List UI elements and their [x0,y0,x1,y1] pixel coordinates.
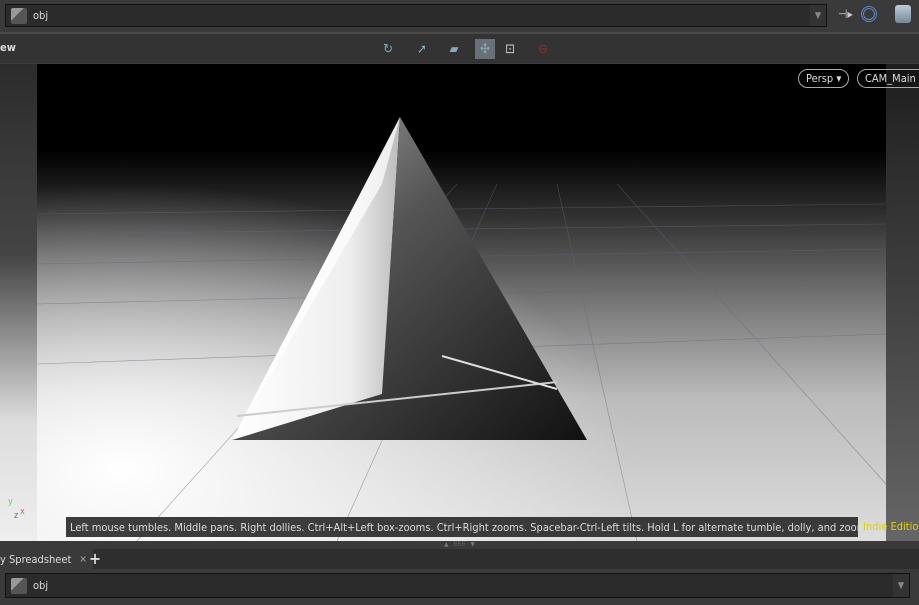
axis-x: x [20,507,25,517]
bottom-path-field[interactable]: obj ▼ [5,573,910,598]
axis-y: y [8,497,13,507]
hint-text: Left mouse tumbles. Middle pans. Right d… [70,520,870,534]
projection-menu[interactable]: Persp ▾ [798,69,850,88]
pane-splitter[interactable]: ▲ ⠿⠿⠿ ▼ [0,541,919,549]
viewer-toolbar: ew ↻ ➚ ▰ ✣ ⊡ ⊖ [0,32,919,63]
persp-toggle-icon[interactable]: ✣ [475,39,495,59]
disabled-icon[interactable]: ⊖ [533,39,553,59]
path-field[interactable]: obj ▼ [5,4,827,27]
tab-bar: y Spreadsheet × + [0,549,919,569]
3d-viewport[interactable] [37,64,886,541]
edition-label: Indie Edition [863,520,919,533]
network-icon [11,7,27,24]
transform-icon[interactable]: ▰ [444,39,464,59]
pin-icon[interactable]: ⊣▸ [838,7,853,21]
projection-label: Persp [806,72,834,85]
close-tab-icon[interactable]: × [79,554,87,565]
path-value: obj [33,9,49,22]
tab-label: y Spreadsheet [0,552,72,566]
tab-spreadsheet[interactable]: y Spreadsheet × [0,549,93,569]
tumble-icon[interactable]: ↻ [378,39,398,59]
scene [37,64,886,541]
right-strip [886,64,919,541]
pane-label: ew [0,41,16,54]
dropdown-arrow-icon[interactable]: ▼ [893,574,909,597]
camera-label: CAM_Main [865,72,916,85]
target-icon[interactable] [861,6,877,22]
path-value: obj [33,579,49,592]
add-tab-button[interactable]: + [89,549,101,568]
dropdown-arrow-icon[interactable]: ▼ [810,5,826,26]
viewport-hint: Left mouse tumbles. Middle pans. Right d… [66,517,869,537]
network-icon [11,577,27,594]
select-icon[interactable]: ➚ [412,39,432,59]
cube-icon[interactable] [895,5,911,23]
axis-z: z [14,511,19,521]
axis-gizmo: y z x [5,497,29,525]
camera-menu[interactable]: CAM_Main [857,69,919,88]
zoom-icon[interactable]: ⊡ [500,39,520,59]
left-strip [0,64,37,541]
